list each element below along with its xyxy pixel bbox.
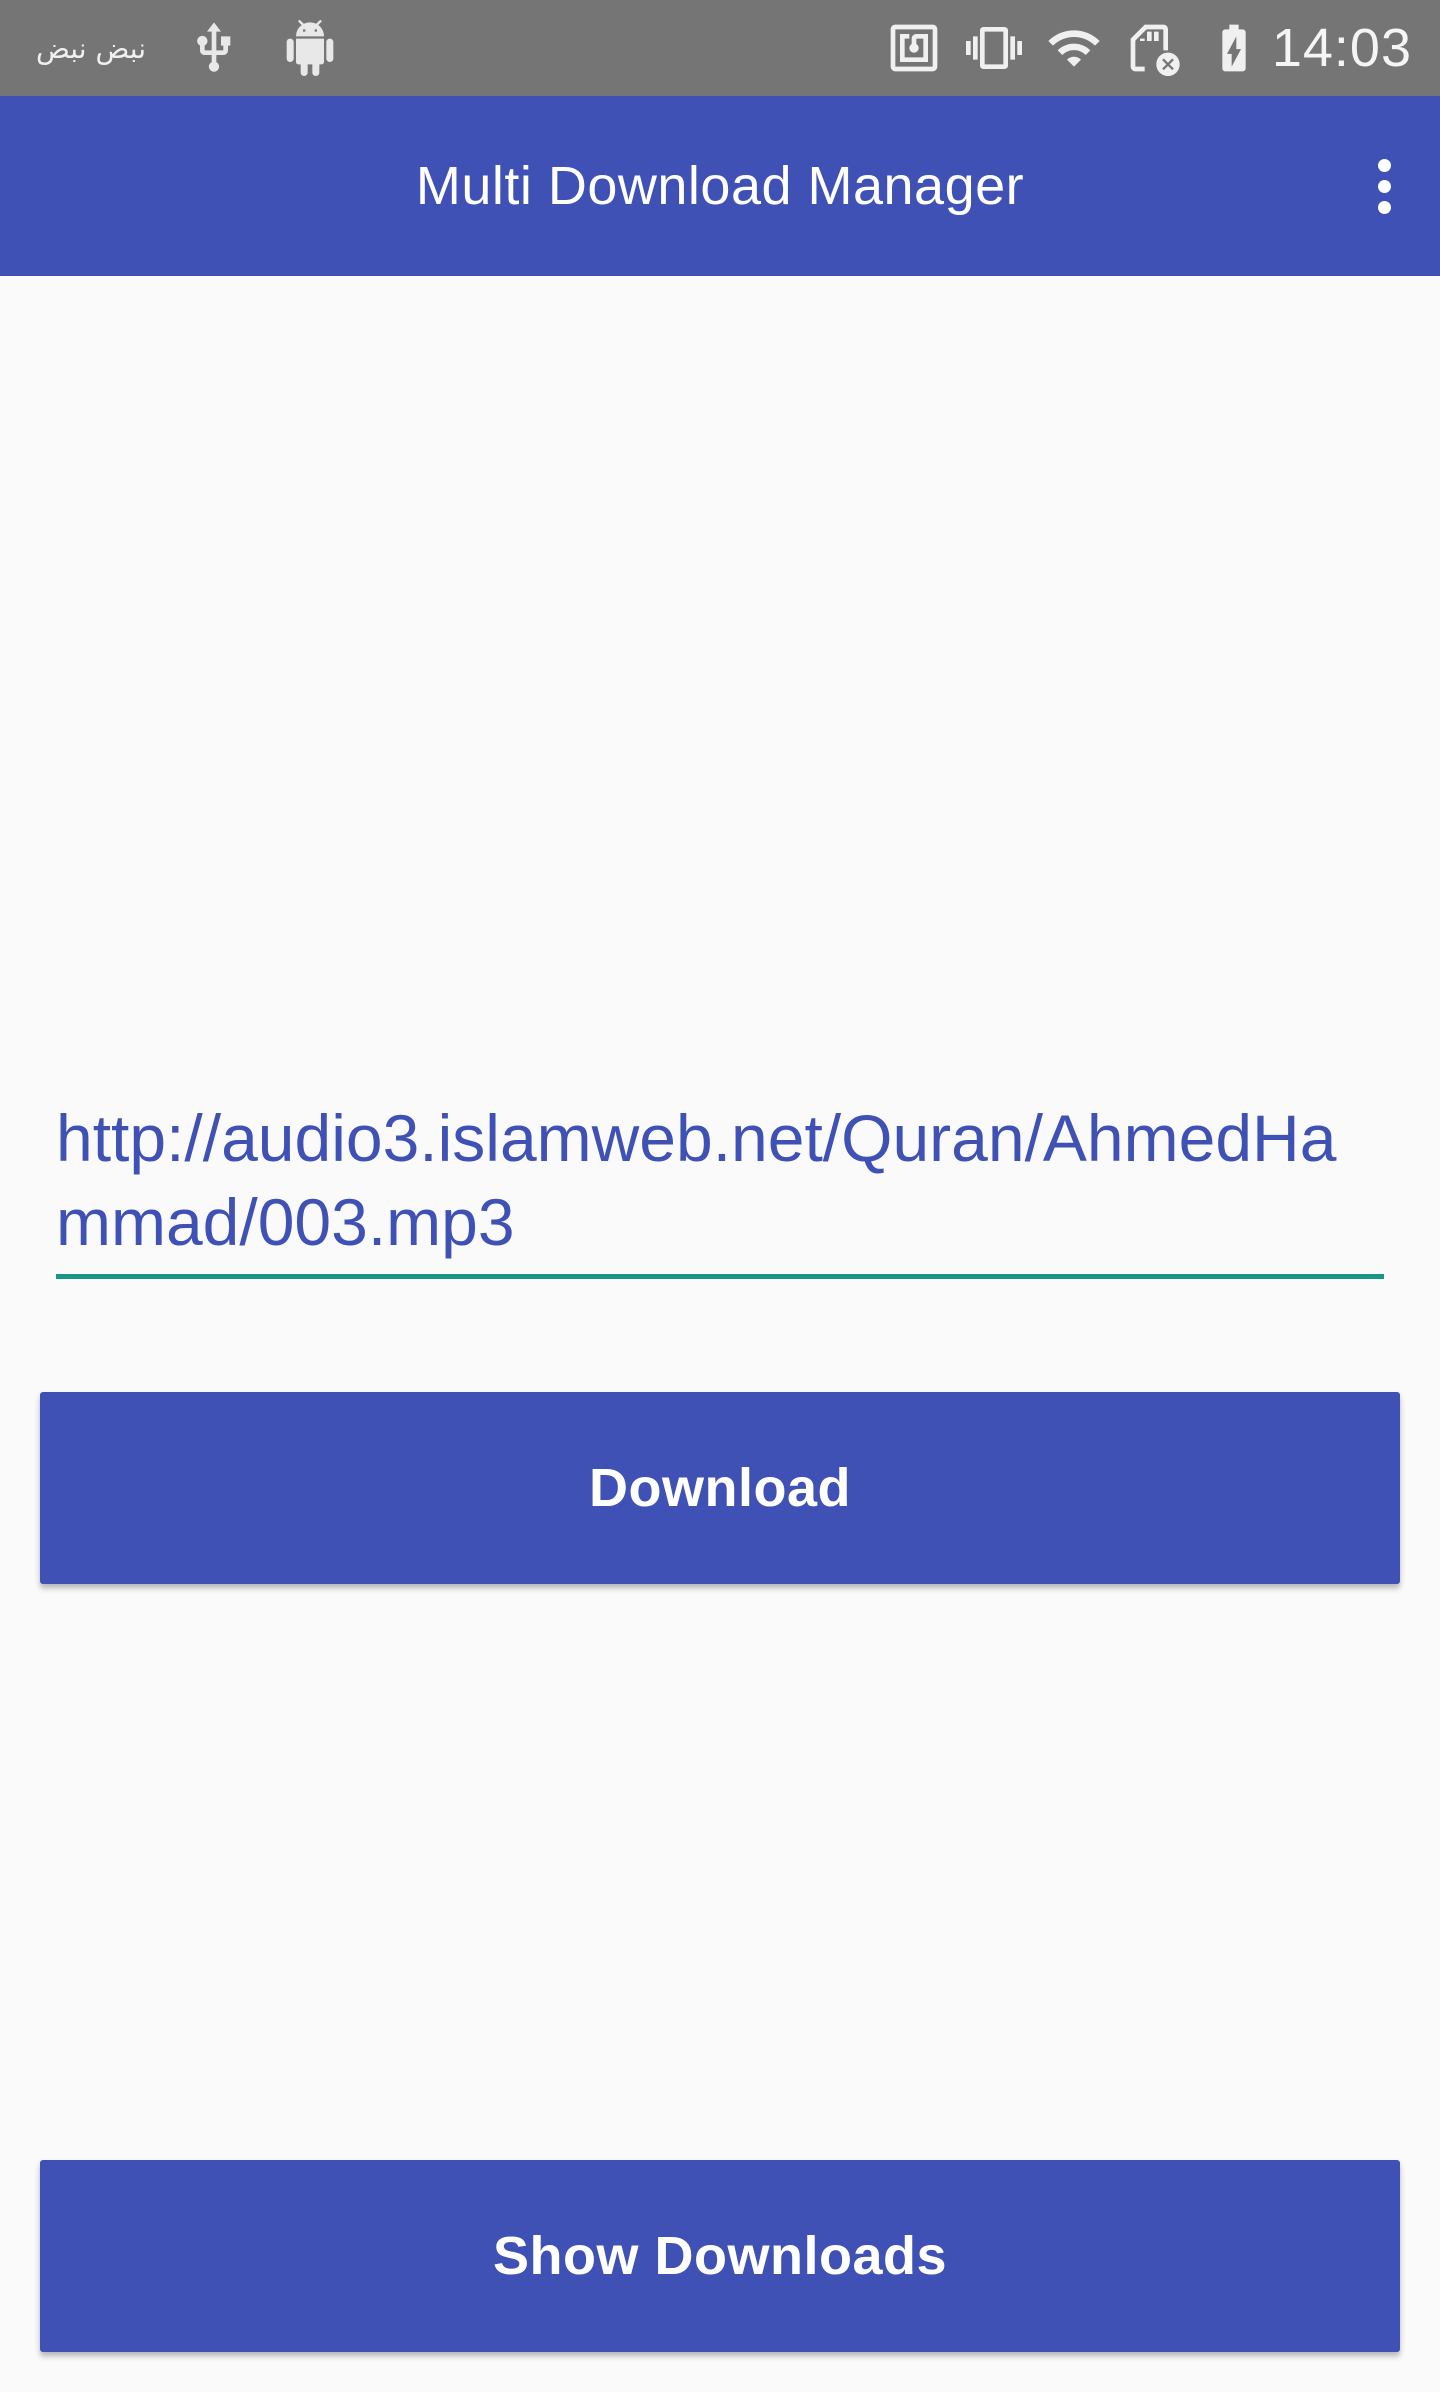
more-vert-icon[interactable] [1348, 148, 1420, 224]
wifi-icon [1046, 20, 1102, 76]
nfc-icon [886, 20, 942, 76]
app-bar: Multi Download Manager [0, 96, 1440, 276]
menu-dot [1377, 200, 1391, 214]
url-input[interactable]: http://audio3.islamweb.net/Quran/AhmedHa… [56, 1090, 1384, 1280]
notification-text: نبض نبض [36, 31, 146, 65]
status-bar: نبض نبض 14:03 [0, 0, 1440, 96]
status-left: نبض نبض [36, 20, 378, 76]
sd-card-error-icon [1126, 20, 1182, 76]
status-time: 14:03 [1271, 18, 1412, 78]
screen: نبض نبض 14:03 Multi Download Manager htt… [0, 0, 1440, 2392]
android-debug-icon [282, 20, 338, 76]
app-title: Multi Download Manager [415, 156, 1025, 216]
menu-dot [1377, 158, 1391, 172]
battery-charging-icon [1206, 20, 1262, 76]
download-button[interactable]: Download [40, 1392, 1400, 1584]
status-right: 14:03 [862, 17, 1412, 79]
show-downloads-button[interactable]: Show Downloads [40, 2160, 1400, 2352]
usb-icon [186, 20, 242, 76]
url-input-underline [56, 1274, 1384, 1279]
menu-dot [1377, 179, 1391, 193]
url-input-value[interactable]: http://audio3.islamweb.net/Quran/AhmedHa… [56, 1090, 1384, 1264]
vibrate-icon [965, 20, 1022, 76]
